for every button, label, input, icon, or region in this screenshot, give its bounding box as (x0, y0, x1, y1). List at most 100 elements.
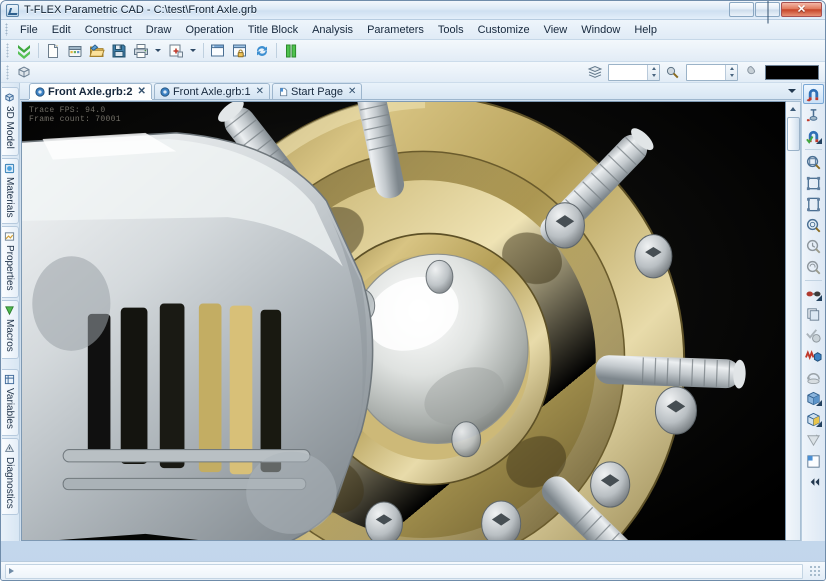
menu-tools[interactable]: Tools (431, 22, 471, 38)
document-tab-close-icon[interactable]: ✕ (138, 86, 146, 97)
print-dropdown-arrow[interactable] (152, 41, 163, 60)
toolbar-separator-3 (276, 43, 277, 58)
menu-edit[interactable]: Edit (45, 22, 78, 38)
document-tab-front-axle-1[interactable]: Front Axle.grb:1 ✕ (154, 83, 270, 99)
3d-viewport[interactable]: Trace FPS: 94.0 Frame count: 70001 (21, 101, 786, 541)
thickness-spin-buttons[interactable] (725, 65, 737, 80)
sidebar-label-macros: Macros (4, 319, 15, 352)
level-value[interactable] (609, 65, 647, 80)
protect-document-icon[interactable] (229, 41, 250, 60)
print-icon[interactable] (130, 41, 151, 60)
color-swatch[interactable] (765, 65, 819, 80)
new-from-template-icon[interactable] (64, 41, 85, 60)
document-tab-label: Front Axle.grb:1 (173, 86, 251, 98)
tab-list-dropdown[interactable] (785, 84, 798, 97)
maximize-button[interactable] (755, 2, 780, 17)
level-spin-buttons[interactable] (647, 65, 659, 80)
menu-analysis[interactable]: Analysis (305, 22, 360, 38)
thickness-spinner[interactable] (686, 64, 738, 81)
document-tab-close-icon[interactable]: ✕ (348, 86, 356, 97)
scroll-thumb[interactable] (787, 117, 800, 151)
checkmark-render-icon[interactable] (803, 325, 824, 345)
resize-grip[interactable] (809, 565, 821, 577)
menu-window[interactable]: Window (574, 22, 627, 38)
minimize-button[interactable] (729, 2, 754, 17)
3d-model-render (22, 102, 785, 541)
apply-green-chevrons-icon[interactable] (13, 41, 34, 60)
menu-customize[interactable]: Customize (471, 22, 537, 38)
line-style-icon[interactable] (662, 63, 683, 82)
sidebar-item-3d-model[interactable]: 3D Model (2, 87, 19, 156)
viewport-vertical-scrollbar[interactable] (786, 101, 801, 541)
menu-construct[interactable]: Construct (78, 22, 139, 38)
new-window-icon[interactable] (207, 41, 228, 60)
3d-box-icon[interactable] (13, 63, 34, 82)
close-button[interactable]: ✕ (781, 2, 822, 17)
scroll-up-arrow[interactable] (787, 102, 800, 115)
menu-grip[interactable] (5, 23, 8, 36)
magnet-snap-on-icon[interactable] (803, 126, 824, 146)
toolbar-grip[interactable] (6, 43, 9, 58)
level-spinner[interactable] (608, 64, 660, 81)
toolbar2-grip[interactable] (6, 65, 9, 80)
open-folder-icon[interactable] (86, 41, 107, 60)
rotate-view-icon[interactable] (803, 367, 824, 387)
sidebar-label-diagnostics: Diagnostics (4, 457, 15, 509)
sidebar-item-properties[interactable]: Properties (2, 226, 19, 298)
color-dim-icon[interactable] (740, 63, 761, 82)
zoom-fit-icon[interactable] (803, 173, 824, 193)
document-tab-close-icon[interactable]: ✕ (256, 86, 264, 97)
center-column: Front Axle.grb:2 ✕ Front Axle.grb:1 ✕ St… (20, 83, 801, 541)
document-tab-start-page[interactable]: Start Page ✕ (272, 83, 362, 99)
transparency-icon[interactable] (803, 430, 824, 450)
zoom-previous-icon[interactable] (803, 236, 824, 256)
refresh-icon[interactable] (251, 41, 272, 60)
save-icon[interactable] (108, 41, 129, 60)
start-page-icon (278, 87, 288, 97)
sidebar-item-diagnostics[interactable]: Diagnostics (2, 438, 19, 516)
layers-icon[interactable] (584, 63, 605, 82)
sidebar-item-materials[interactable]: Materials (2, 158, 19, 225)
wireframe-color-icon[interactable] (803, 346, 824, 366)
cube-yellow-icon[interactable] (803, 409, 824, 429)
pause-green-icon[interactable] (280, 41, 301, 60)
dropdown-corner-arrow[interactable] (816, 400, 822, 406)
zoom-window-icon[interactable] (803, 152, 824, 172)
magnet-snap-off-icon[interactable] (803, 84, 824, 104)
menu-parameters[interactable]: Parameters (360, 22, 431, 38)
menu-draw[interactable]: Draw (139, 22, 179, 38)
view-toolbar-separator (805, 149, 822, 150)
menu-view[interactable]: View (537, 22, 575, 38)
pin-node-icon[interactable] (803, 105, 824, 125)
layers-stack-icon[interactable] (803, 304, 824, 324)
dropdown-corner-arrow[interactable] (816, 295, 822, 301)
status-message-pane (5, 564, 803, 579)
menu-operation[interactable]: Operation (178, 22, 240, 38)
macros-icon (4, 305, 15, 316)
glasses-view-icon[interactable] (803, 283, 824, 303)
dropdown-corner-arrow[interactable] (816, 421, 822, 427)
thickness-value[interactable] (687, 65, 725, 80)
sidebar-item-macros[interactable]: Macros (2, 300, 19, 359)
document-tab-strip: Front Axle.grb:2 ✕ Front Axle.grb:1 ✕ St… (20, 83, 801, 100)
document-tab-label: Start Page (291, 86, 343, 98)
expand-toolbar-icon[interactable] (803, 472, 824, 492)
sidebar-item-variables[interactable]: Variables (2, 369, 19, 436)
cube-shaded-icon[interactable] (803, 388, 824, 408)
document-tab-front-axle-2[interactable]: Front Axle.grb:2 ✕ (29, 83, 152, 99)
sidebar-label-properties: Properties (4, 245, 15, 291)
menu-title-block[interactable]: Title Block (241, 22, 305, 38)
zoom-extents-icon[interactable] (803, 194, 824, 214)
preview-dropdown-arrow[interactable] (187, 41, 198, 60)
print-preview-icon[interactable] (165, 41, 186, 60)
zoom-dynamic-icon[interactable] (803, 257, 824, 277)
menu-help[interactable]: Help (627, 22, 664, 38)
new-page-icon[interactable] (803, 451, 824, 471)
status-caret-icon (9, 568, 14, 574)
zoom-in-icon[interactable] (803, 215, 824, 235)
menu-file[interactable]: File (13, 22, 45, 38)
new-document-icon[interactable] (42, 41, 63, 60)
brake-caliper (22, 133, 373, 541)
view-toolbar (801, 83, 825, 541)
dropdown-corner-arrow[interactable] (816, 138, 822, 144)
